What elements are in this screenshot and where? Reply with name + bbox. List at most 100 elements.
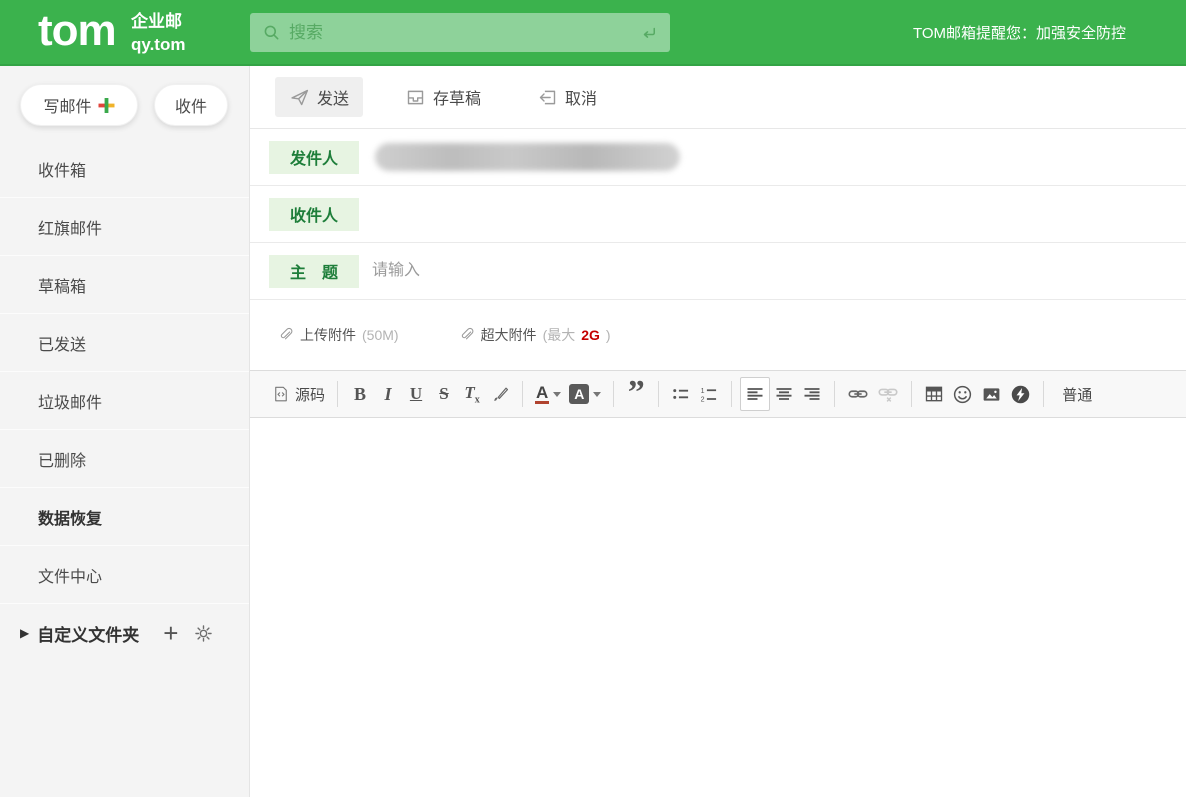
sidebar-item-label: 红旗邮件 [38,215,102,239]
bullet-list-icon [671,384,691,404]
sidebar-item-sent[interactable]: 已发送 [0,314,249,372]
bullet-list-button[interactable] [667,377,695,411]
save-draft-button[interactable]: 存草稿 [391,77,495,117]
link-icon [847,383,869,405]
large-attachment-button[interactable]: 超大附件 (最大 2G) [459,325,611,345]
sidebar-item-label: 数据恢复 [38,505,102,529]
from-address-redacted[interactable] [375,143,680,171]
from-label: 发件人 [269,141,359,174]
toolbar-separator [1043,381,1044,407]
upload-attachment-button[interactable]: 上传附件 (50M) [278,325,399,345]
underline-button[interactable]: U [402,377,430,411]
top-header: tom 企业邮 qy.tom TOM邮箱提醒您：加强安全防控 [0,0,1186,66]
bold-glyph: B [354,384,366,405]
numbered-list-button[interactable]: 12 [695,377,723,411]
receive-button-label: 收件 [175,93,207,117]
attachments-row: 上传附件 (50M) 超大附件 (最大 2G) [250,300,1186,370]
strikethrough-button[interactable]: S [430,377,458,411]
search-enter-icon[interactable] [640,24,658,42]
sidebar-item-flagged[interactable]: 红旗邮件 [0,198,249,256]
tom-logo: tom [38,6,116,56]
sidebar-item-label: 已删除 [38,447,86,471]
folder-menu: 收件箱 红旗邮件 草稿箱 已发送 垃圾邮件 已删除 数据恢复 文件中心 ▶ 自定… [0,140,249,662]
security-notice: TOM邮箱提醒您：加强安全防控 [913,0,1126,64]
italic-button[interactable]: I [374,377,402,411]
emoji-button[interactable] [948,377,977,411]
text-color-button[interactable]: A [531,377,565,411]
brand-line1: 企业邮 [131,10,185,33]
sidebar-item-file-center[interactable]: 文件中心 [0,546,249,604]
toolbar-separator [834,381,835,407]
remove-link-button[interactable] [873,377,903,411]
svg-text:1: 1 [701,387,705,395]
sidebar: 写邮件 收件 收件箱 红旗邮件 草稿箱 已发送 垃圾邮件 已删除 数据恢复 文件… [0,66,250,797]
unlink-icon [877,383,899,405]
add-folder-icon[interactable]: + [163,620,178,646]
sidebar-item-drafts[interactable]: 草稿箱 [0,256,249,314]
blockquote-button[interactable]: ” [622,377,650,411]
save-draft-label: 存草稿 [433,85,481,109]
brand-line2: qy.tom [131,33,185,56]
toolbar-separator [731,381,732,407]
background-color-button[interactable]: A [565,377,605,411]
to-label: 收件人 [269,198,359,231]
receive-button[interactable]: 收件 [154,84,228,126]
sidebar-item-data-recovery[interactable]: 数据恢复 [0,488,249,546]
remove-format-glyph: Tx [464,383,479,405]
toolbar-separator [337,381,338,407]
bold-button[interactable]: B [346,377,374,411]
compose-actions-bar: 发送 存草稿 取消 [250,66,1186,129]
compose-plus-icon [98,97,115,114]
chevron-down-icon [593,392,601,397]
remove-format-button[interactable]: Tx [458,377,486,411]
table-icon [924,384,944,404]
to-input[interactable] [372,186,1186,242]
toolbar-separator [658,381,659,407]
expand-arrow-icon[interactable]: ▶ [20,626,29,640]
sidebar-item-deleted[interactable]: 已删除 [0,430,249,488]
insert-link-button[interactable] [843,377,873,411]
send-label: 发送 [317,85,349,109]
gear-icon[interactable] [194,624,213,643]
sidebar-item-label: 垃圾邮件 [38,389,102,413]
from-row: 发件人 [250,129,1186,186]
align-left-button[interactable] [740,377,770,411]
align-right-button[interactable] [798,377,826,411]
brand-text: 企业邮 qy.tom [131,10,185,56]
insert-table-button[interactable] [920,377,948,411]
paperclip-icon [278,327,294,343]
sidebar-item-custom-folders[interactable]: ▶ 自定义文件夹 + [0,604,249,662]
compose-button[interactable]: 写邮件 [20,84,138,126]
sidebar-buttons: 写邮件 收件 [0,66,249,140]
insert-image-button[interactable] [977,377,1006,411]
toolbar-separator [522,381,523,407]
paragraph-format-dropdown[interactable]: 普通 [1052,377,1102,411]
align-left-icon [745,384,765,404]
large-attachment-limit-value: 2G [581,327,600,343]
image-icon [981,384,1002,405]
search-box[interactable] [250,13,670,52]
search-input[interactable] [289,23,632,43]
upload-attachment-label: 上传附件 [300,325,356,345]
format-painter-button[interactable] [486,377,514,411]
subject-label: 主 题 [269,255,359,288]
message-body-editor[interactable] [250,418,1186,797]
custom-folder-label: 自定义文件夹 [37,621,139,646]
sidebar-item-inbox[interactable]: 收件箱 [0,140,249,198]
insert-flash-button[interactable] [1006,377,1035,411]
sidebar-item-label: 收件箱 [38,157,86,181]
cancel-icon [537,87,558,108]
subject-row: 主 题 [250,243,1186,300]
source-code-label: 源码 [295,384,325,405]
paragraph-format-label: 普通 [1056,384,1098,405]
send-button[interactable]: 发送 [275,77,363,117]
subject-input[interactable] [372,243,1186,299]
source-code-button[interactable]: 源码 [268,377,329,411]
align-center-button[interactable] [770,377,798,411]
sidebar-item-spam[interactable]: 垃圾邮件 [0,372,249,430]
cancel-button[interactable]: 取消 [523,77,611,117]
save-draft-icon [405,87,426,108]
align-right-icon [802,384,822,404]
send-icon [289,87,310,108]
search-icon [262,23,281,42]
